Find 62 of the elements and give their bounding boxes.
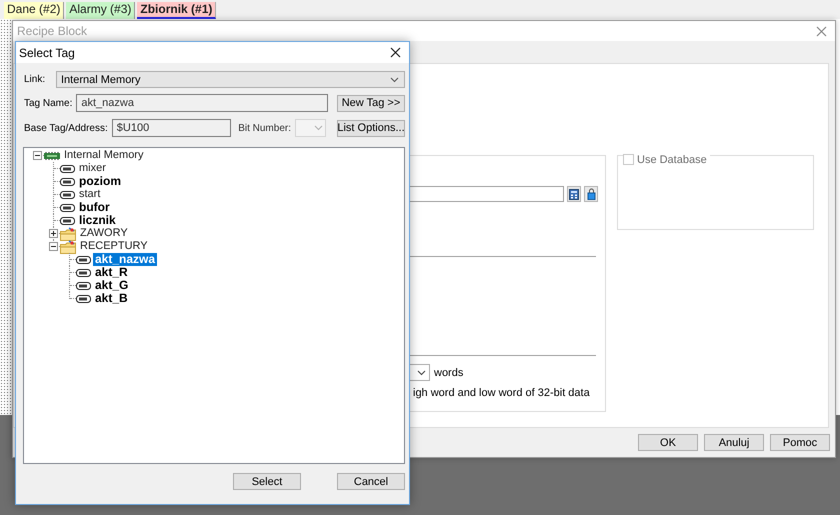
calculator-button[interactable] [567,186,581,202]
chevron-icon [417,370,426,376]
tree-item[interactable]: start [77,188,102,201]
address-field[interactable]: $U100 [112,119,232,137]
calculator-icon [569,188,579,200]
close-icon [390,47,401,58]
tag-name-field[interactable]: akt_nazwa [76,94,328,112]
folder-icon [60,240,76,254]
note-text: igh word and low word of 32-bit data [412,387,591,399]
tag-tree[interactable]: Internal Memory mixer poziom start bufor licznik ZAWORY RECEPTURY akt_nazwa akt_R akt_G akt_B [23,147,405,464]
checkbox-label: Use Database [637,154,707,166]
tag-icon [76,294,91,302]
folder-icon [60,226,76,240]
window-title: Recipe Block [17,24,88,38]
field-label: Link: [24,74,46,85]
tag-icon [76,256,91,264]
field-label: Base Tag/Address: [24,122,108,134]
tree-item[interactable]: bufor [77,201,112,214]
document-tab[interactable]: Alarmy (#3) [66,2,136,19]
tree-item[interactable]: akt_nazwa [93,253,158,266]
tree-item[interactable]: akt_B [93,292,130,305]
expand-icon[interactable] [49,229,58,238]
close-button[interactable] [388,45,403,60]
collapse-icon[interactable] [49,242,58,251]
tree-item[interactable]: akt_G [93,279,130,292]
tree-item[interactable]: poziom [77,175,123,188]
tag-icon [60,178,75,186]
tag-icon [76,268,91,276]
field-label: Tag Name: [24,98,72,108]
tag-icon [76,282,91,290]
tag-icon [60,190,75,198]
chip-icon [44,152,60,160]
dialog-button[interactable]: OK [638,434,698,451]
dialog-button[interactable]: Anuluj [704,434,764,451]
close-icon [816,26,827,36]
checkbox[interactable] [623,154,634,165]
tree-item[interactable]: RECEPTURY [78,240,150,253]
lock-button[interactable] [584,186,598,202]
tree-item[interactable]: Internal Memory [62,149,146,162]
tree-item[interactable]: licznik [77,214,118,227]
tree-item[interactable]: ZAWORY [78,227,130,240]
new-tag-button[interactable]: New Tag >> [337,94,405,112]
document-tab[interactable]: Zbiornik (#1) [137,2,216,19]
tag-icon [60,164,75,172]
dialog-button[interactable]: Select [233,473,301,490]
chevron-icon [390,76,399,82]
tree-item[interactable]: mixer [77,162,108,175]
dialog-button[interactable]: Cancel [337,473,405,490]
lock-icon [586,188,596,200]
dialog-button[interactable]: Pomoc [770,434,830,451]
list-options-button[interactable]: List Options... [337,120,405,136]
tag-icon [60,216,75,224]
field-label: Bit Number: [238,122,291,134]
dropdown-value: Internal Memory [61,74,140,86]
units-label: words [434,366,464,378]
chevron-icon [314,125,323,131]
collapse-icon[interactable] [33,151,42,160]
link-dropdown[interactable]: Internal Memory [56,71,405,88]
tree-item[interactable]: akt_R [93,266,130,279]
window-title: Select Tag [19,46,75,60]
tag-icon [60,204,75,212]
document-tab[interactable]: Dane (#2) [4,2,64,19]
